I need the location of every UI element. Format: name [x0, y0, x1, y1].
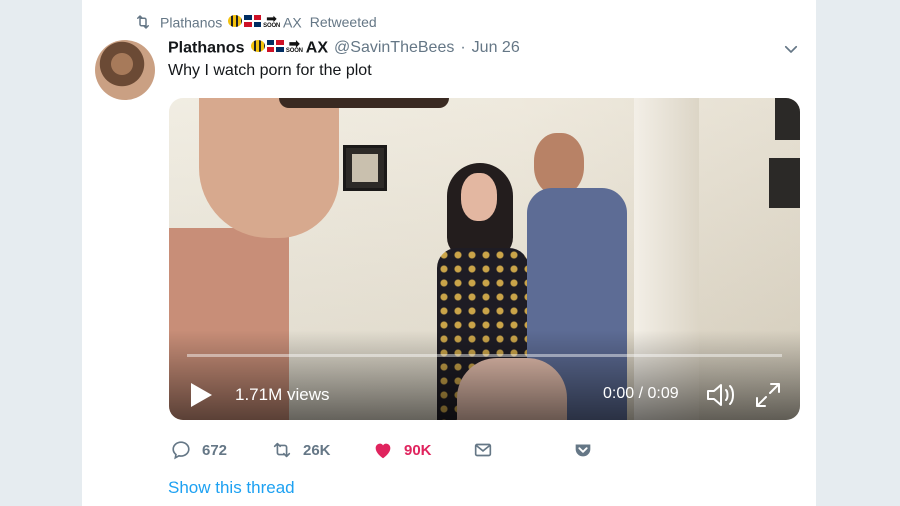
- display-name-text: Plathanos: [168, 39, 245, 57]
- volume-icon[interactable]: [705, 380, 737, 410]
- heart-icon: [375, 443, 391, 459]
- retweeter-name-text: Plathanos: [160, 14, 223, 31]
- pocket-button[interactable]: [572, 436, 594, 464]
- dominican-flag-icon: [244, 15, 262, 28]
- name-emojis: ➡ SOON: [228, 10, 281, 29]
- view-count: 1.71M views: [235, 385, 330, 404]
- video-progress-bar[interactable]: [187, 354, 782, 357]
- dominican-flag-icon: [266, 40, 284, 53]
- reply-count: 672: [202, 441, 228, 459]
- pocket-icon: [575, 444, 591, 457]
- retweeted-label: Retweeted: [309, 14, 377, 30]
- soon-label: SOON: [285, 47, 303, 54]
- show-thread-link[interactable]: Show this thread: [168, 478, 295, 498]
- avatar[interactable]: [95, 40, 155, 100]
- soon-arrow-icon: ➡ SOON: [263, 10, 281, 29]
- retweeter-name-suffix: AX: [283, 14, 302, 31]
- retweeter-name[interactable]: Plathanos ➡ SOON AX: [160, 10, 302, 31]
- chevron-down-icon[interactable]: [782, 40, 800, 58]
- reply-icon: [172, 441, 190, 460]
- like-count: 90K: [404, 441, 432, 459]
- bee-emoji-icon: [228, 15, 243, 28]
- retweet-button[interactable]: 26K: [271, 436, 331, 464]
- envelope-icon: [474, 443, 492, 457]
- user-handle[interactable]: @SavinTheBees: [334, 39, 454, 57]
- retweeted-by-row: Plathanos ➡ SOON AX Retweeted: [134, 12, 377, 32]
- video-player[interactable]: 1.71M views 0:00 / 0:09: [169, 98, 800, 420]
- tweet-card[interactable]: Plathanos ➡ SOON AX Retweeted Plathanos …: [82, 0, 816, 506]
- tweet-header: Plathanos ➡ SOON AX @SavinTheBees · Jun …: [168, 37, 520, 59]
- display-name-emojis: ➡ SOON: [250, 35, 304, 54]
- display-name-suffix: AX: [305, 39, 329, 57]
- tweet-date[interactable]: Jun 26: [472, 39, 520, 57]
- direct-message-button[interactable]: [472, 436, 494, 464]
- separator-dot: ·: [460, 39, 466, 56]
- tweet-text: Why I watch porn for the plot: [168, 62, 372, 79]
- bee-emoji-icon: [250, 40, 265, 53]
- display-name[interactable]: Plathanos ➡ SOON AX: [168, 35, 329, 58]
- retweet-count: 26K: [303, 441, 331, 459]
- soon-label: SOON: [263, 22, 281, 29]
- video-time: 0:00 / 0:09: [603, 385, 679, 402]
- retweet-icon: [273, 442, 291, 458]
- retweet-icon: [137, 15, 149, 29]
- reply-button[interactable]: 672: [170, 436, 227, 464]
- like-button[interactable]: 90K: [372, 436, 432, 464]
- fullscreen-icon[interactable]: [753, 380, 783, 410]
- play-icon[interactable]: [189, 382, 213, 408]
- soon-arrow-icon: ➡ SOON: [285, 35, 303, 54]
